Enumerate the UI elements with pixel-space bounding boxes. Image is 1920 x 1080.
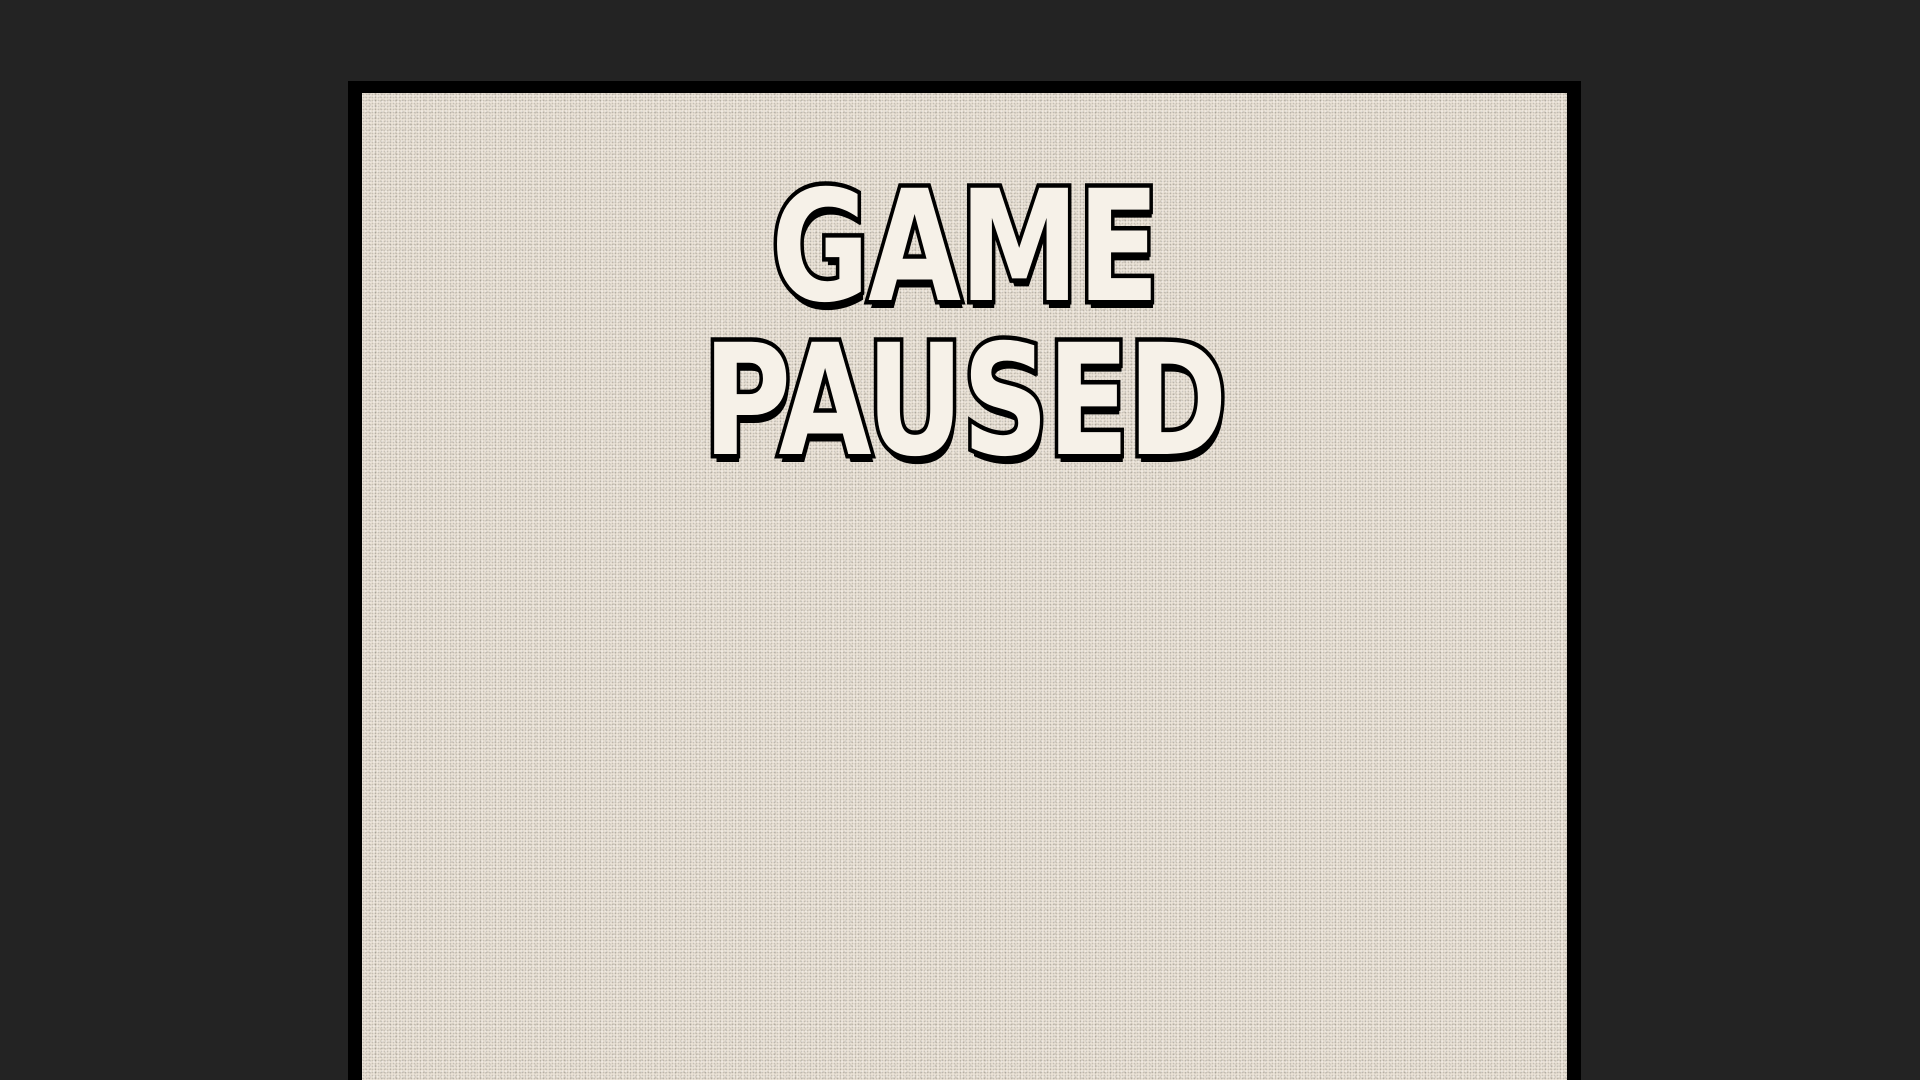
pause-title: GAME PAUSED bbox=[700, 158, 1231, 491]
pause-menu-frame: GAME PAUSED bbox=[348, 81, 1581, 1080]
pause-menu-panel: GAME PAUSED bbox=[362, 93, 1567, 1080]
